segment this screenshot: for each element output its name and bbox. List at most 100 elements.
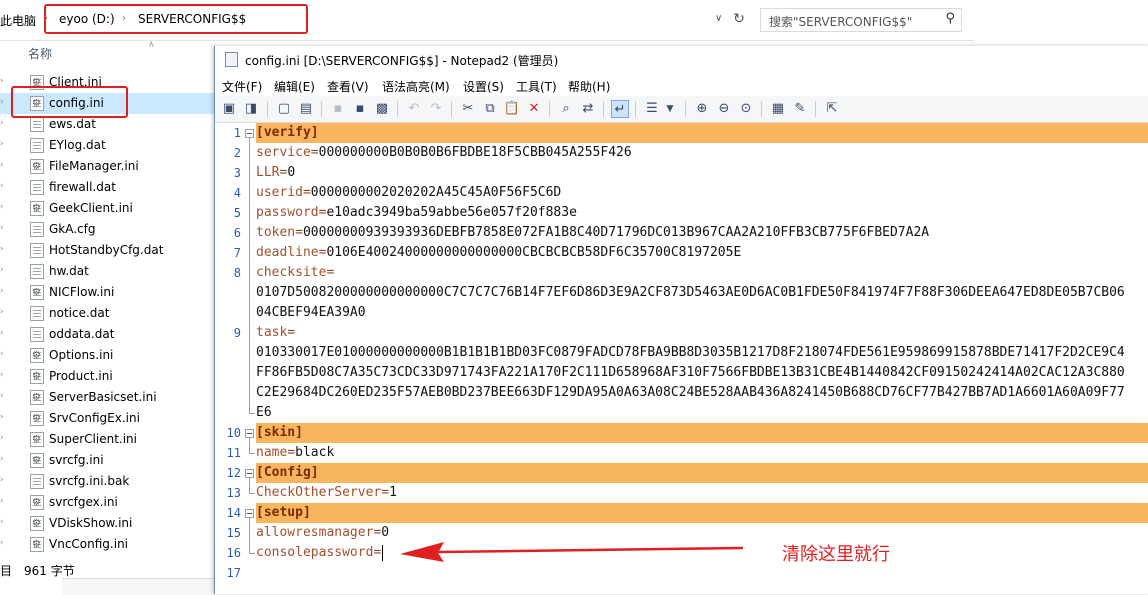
ini-file-icon [30, 432, 44, 447]
file-list-item[interactable]: › VncConfig.ini [0, 534, 214, 555]
line-number: 8 [233, 266, 241, 280]
menu-help[interactable]: 帮助(H) [568, 78, 610, 95]
wrapped-line[interactable]: 04CBEF94EA39A0 [256, 303, 366, 323]
word-wrap-icon[interactable]: ↵ [611, 100, 629, 118]
search-icon[interactable]: ⚲ [945, 11, 955, 26]
menu-syntax[interactable]: 语法高亮(M) [382, 78, 450, 95]
fold-toggle-icon[interactable] [245, 429, 254, 438]
ini-section-line[interactable]: [setup] [256, 503, 1148, 523]
file-list-item[interactable]: › svrcfg.ini.bak [0, 471, 214, 492]
chevron-down-icon[interactable]: ▼ [661, 100, 679, 118]
ini-key: service [256, 145, 311, 160]
wrapped-line[interactable]: C2E29684DC260ED235F57AEB0BD237BEE663DF12… [256, 383, 1125, 403]
ini-line[interactable]: userid=0000000002020202A45C45A0F56F5C6D [256, 183, 561, 203]
open-dir-icon[interactable]: ▣ [220, 100, 238, 118]
wrapped-line[interactable]: FF86FB5D08C7A35C73CDC33D971743FA221A170F… [256, 363, 1125, 383]
fold-toggle-icon[interactable] [245, 469, 254, 478]
replace-icon[interactable]: ⇄ [579, 100, 597, 118]
file-list-item[interactable]: › SrvConfigEx.ini [0, 408, 214, 429]
file-list-item[interactable]: › FileManager.ini [0, 156, 214, 177]
ini-line[interactable]: password=e10adc3949ba59abbe56e057f20f883… [256, 203, 577, 223]
ini-section-line[interactable]: [verify] [256, 123, 1148, 143]
title-bar[interactable]: config.ini [D:\SERVERCONFIG$$] - Notepad… [215, 46, 1148, 74]
ini-line[interactable]: consolepassword= [256, 543, 381, 563]
ini-line[interactable]: task= [256, 323, 295, 343]
file-list-item[interactable]: › HotStandbyCfg.dat [0, 240, 214, 261]
ini-section-line[interactable]: [skin] [256, 423, 1148, 443]
open-folder-icon[interactable]: ▤ [297, 100, 315, 118]
text-editor[interactable]: 1 [verify] 2 service=000000000B0B0B0B6FBDBE… [215, 123, 1148, 594]
breadcrumb-this-pc[interactable]: 此电脑 [0, 12, 36, 29]
ini-key: CheckOtherServer [256, 485, 382, 500]
explorer-address-bar[interactable]: 此电脑 › eyoo (D:) › SERVERCONFIG$$ ∨ ↻ 搜索"… [0, 0, 974, 41]
save-icon[interactable]: ▪ [329, 100, 347, 118]
breadcrumb-folder[interactable]: SERVERCONFIG$$ [138, 12, 246, 26]
fold-toggle-icon[interactable] [245, 509, 254, 518]
file-list-item[interactable]: › Product.ini [0, 366, 214, 387]
wrapped-line[interactable]: 010330017E01000000000000B1B1B1B1BD03FC08… [256, 343, 1125, 363]
search-input[interactable]: 搜索"SERVERCONFIG$$" [769, 13, 912, 30]
menu-tools[interactable]: 工具(T) [516, 78, 557, 95]
ini-line[interactable]: allowresmanager=0 [256, 523, 389, 543]
zoom-reset-icon[interactable]: ⊙ [737, 100, 755, 118]
refresh-icon[interactable]: ↻ [730, 10, 748, 28]
file-list-item[interactable]: › hw.dat [0, 261, 214, 282]
ini-section-line[interactable]: [Config] [256, 463, 1148, 483]
favorites-icon[interactable]: ◨ [242, 100, 260, 118]
find-icon[interactable]: ⌕ [557, 100, 575, 118]
file-list-item[interactable]: › NICFlow.ini [0, 282, 214, 303]
customize-scheme-icon[interactable]: ✎ [791, 100, 809, 118]
zoom-in-icon[interactable]: ⊕ [693, 100, 711, 118]
file-list-item[interactable]: › firewall.dat [0, 177, 214, 198]
ini-line[interactable]: name=black [256, 443, 334, 463]
file-list-item[interactable]: › Options.ini [0, 345, 214, 366]
paste-icon[interactable]: 📋 [503, 100, 521, 118]
new-file-icon[interactable]: ▢ [275, 100, 293, 118]
file-list-item[interactable]: › EYlog.dat [0, 135, 214, 156]
menu-file[interactable]: 文件(F) [222, 78, 262, 95]
menu-edit[interactable]: 编辑(E) [274, 78, 315, 95]
file-list-item[interactable]: › GkA.cfg [0, 219, 214, 240]
chevron-up-icon[interactable]: ∧ [148, 40, 160, 50]
search-box[interactable]: 搜索"SERVERCONFIG$$" ⚲ [760, 8, 962, 32]
file-list-item[interactable]: › SuperClient.ini [0, 429, 214, 450]
ini-key: checksite [256, 265, 327, 280]
file-name: SuperClient.ini [49, 432, 137, 446]
ini-file-icon [30, 159, 44, 174]
wrapped-line[interactable]: E6 [256, 403, 272, 423]
ini-line[interactable]: deadline=0106E40024000000000000000CBCBCB… [256, 243, 741, 263]
ini-line[interactable]: checksite= [256, 263, 334, 283]
fold-toggle-icon[interactable] [245, 129, 254, 138]
copy-icon[interactable]: ⧉ [481, 100, 499, 118]
chevron-down-icon[interactable]: ∨ [715, 13, 722, 24]
ini-value: 0 [287, 165, 296, 180]
redo-icon[interactable]: ↷ [427, 100, 445, 118]
zoom-out-icon[interactable]: ⊖ [715, 100, 733, 118]
column-header-name[interactable]: 名称 [28, 45, 52, 62]
file-list-item[interactable]: › GeekClient.ini [0, 198, 214, 219]
ini-line[interactable]: LLR=0 [256, 163, 295, 183]
ini-line[interactable]: service=000000000B0B0B0B6FBDBE18F5CBB045… [256, 143, 632, 163]
file-list-item[interactable]: › svrcfgex.ini [0, 492, 214, 513]
save-as-icon[interactable]: ▪ [351, 100, 369, 118]
file-list-item[interactable]: › oddata.dat [0, 324, 214, 345]
cut-icon[interactable]: ✂ [459, 100, 477, 118]
delete-icon[interactable]: ✕ [525, 100, 543, 118]
file-list-item[interactable]: › ServerBasicset.ini [0, 387, 214, 408]
ini-value: 000000000B0B0B0B6FBDBE18F5CBB045A255F426 [318, 145, 632, 160]
file-list-item[interactable]: › svrcfg.ini [0, 450, 214, 471]
ini-line[interactable]: token=00000000939393936DEBFB7858E072FA1B… [256, 223, 929, 243]
save-copy-icon[interactable]: ▩ [373, 100, 391, 118]
always-on-top-icon[interactable]: ⇱ [823, 100, 841, 118]
file-list-item[interactable]: › VDiskShow.ini [0, 513, 214, 534]
horizontal-scrollbar[interactable] [62, 578, 214, 595]
undo-icon[interactable]: ↶ [405, 100, 423, 118]
ini-line[interactable]: CheckOtherServer=1 [256, 483, 397, 503]
file-list-item[interactable]: › notice.dat [0, 303, 214, 324]
list-icon[interactable]: ☰ [643, 100, 661, 118]
scheme-icon[interactable]: ▦ [769, 100, 787, 118]
wrapped-line[interactable]: 0107D5008200000000000000C7C7C7C76B14F7EF… [256, 283, 1125, 303]
menu-view[interactable]: 查看(V) [327, 78, 369, 95]
menu-settings[interactable]: 设置(S) [463, 78, 504, 95]
breadcrumb-drive[interactable]: eyoo (D:) [59, 12, 115, 26]
